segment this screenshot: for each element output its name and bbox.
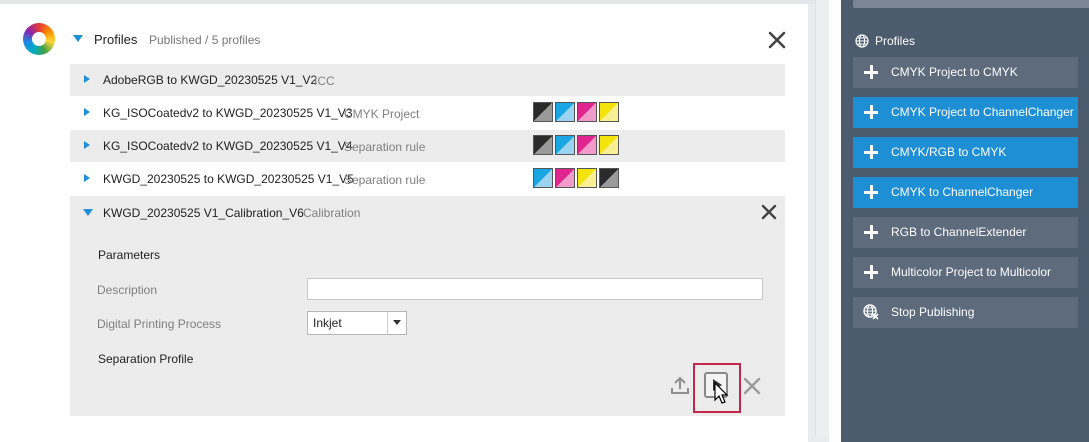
ink-swatches bbox=[533, 135, 619, 155]
parameters-heading: Parameters bbox=[98, 248, 161, 262]
plus-icon bbox=[864, 225, 878, 239]
sidebar-title-label: Profiles bbox=[875, 34, 916, 48]
description-label: Description bbox=[97, 283, 158, 297]
ink-swatch bbox=[533, 135, 553, 155]
expand-triangle-icon[interactable] bbox=[84, 108, 90, 116]
gutter bbox=[829, 0, 841, 442]
close-panel-icon[interactable] bbox=[765, 28, 789, 52]
sidebar: Profiles CMYK Project to CMYK CMYK Proje… bbox=[841, 0, 1089, 442]
process-select-value: Inkjet bbox=[313, 316, 342, 330]
ink-swatch bbox=[555, 102, 575, 122]
button-label: RGB to ChannelExtender bbox=[891, 225, 1027, 239]
mouse-cursor-icon bbox=[714, 382, 729, 404]
ink-swatch bbox=[577, 102, 597, 122]
upload-icon[interactable] bbox=[669, 375, 691, 397]
ink-swatch bbox=[599, 135, 619, 155]
profile-type: Calibration bbox=[303, 206, 361, 220]
sidebar-top-bar bbox=[853, 0, 1089, 8]
panel-subtitle: Published / 5 profiles bbox=[149, 33, 261, 47]
ink-swatch bbox=[577, 135, 597, 155]
collapse-triangle-icon[interactable] bbox=[73, 35, 83, 42]
button-label: CMYK Project to CMYK bbox=[891, 65, 1018, 79]
expand-triangle-icon[interactable] bbox=[84, 141, 90, 149]
profile-name: KWGD_20230525 V1_Calibration_V6 bbox=[103, 206, 304, 220]
button-label: CMYK Project to ChannelChanger bbox=[891, 105, 1074, 119]
cmyk-rgb-to-cmyk-button[interactable]: CMYK/RGB to CMYK bbox=[853, 137, 1078, 168]
plus-icon bbox=[864, 265, 878, 279]
remove-icon[interactable] bbox=[741, 375, 763, 397]
expand-triangle-icon[interactable] bbox=[84, 174, 90, 182]
plus-icon bbox=[864, 185, 878, 199]
button-label: Stop Publishing bbox=[891, 305, 975, 319]
button-label: CMYK/RGB to CMYK bbox=[891, 145, 1007, 159]
globe-icon bbox=[863, 304, 879, 320]
ink-swatch bbox=[533, 102, 553, 122]
profile-row[interactable]: KWGD_20230525 to KWGD_20230525 V1_V5 Sep… bbox=[70, 163, 785, 195]
cmyk-to-channelchanger-button[interactable]: CMYK to ChannelChanger bbox=[853, 177, 1078, 208]
multicolor-project-to-multicolor-button[interactable]: Multicolor Project to Multicolor bbox=[853, 257, 1078, 288]
profile-name: KG_ISOCoatedv2 to KWGD_20230525 V1_V4 bbox=[103, 139, 353, 153]
ink-swatch bbox=[599, 102, 619, 122]
profile-row[interactable]: AdobeRGB to KWGD_20230525 V1_V2 ICC bbox=[70, 64, 785, 96]
plus-icon bbox=[864, 65, 878, 79]
profile-type: CMYK Project bbox=[344, 107, 420, 121]
color-wheel-logo-icon bbox=[23, 23, 55, 55]
close-profile-icon[interactable] bbox=[759, 202, 779, 222]
plus-icon bbox=[864, 145, 878, 159]
process-select[interactable]: Inkjet bbox=[307, 311, 407, 335]
collapse-triangle-icon[interactable] bbox=[83, 209, 93, 216]
chevron-down-icon[interactable] bbox=[387, 312, 406, 334]
ink-swatch bbox=[533, 168, 553, 188]
ink-swatch bbox=[577, 168, 597, 188]
stop-publishing-button[interactable]: Stop Publishing bbox=[853, 297, 1078, 328]
description-field[interactable] bbox=[307, 278, 763, 300]
profile-type: Separation rule bbox=[344, 140, 426, 154]
sidebar-title: Profiles bbox=[855, 34, 915, 48]
separation-profile-label: Separation Profile bbox=[98, 352, 194, 366]
ink-swatch bbox=[555, 168, 575, 188]
button-label: CMYK to ChannelChanger bbox=[891, 185, 1034, 199]
expand-triangle-icon[interactable] bbox=[84, 75, 90, 83]
profile-name: AdobeRGB to KWGD_20230525 V1_V2 bbox=[103, 73, 318, 87]
plus-icon bbox=[864, 105, 878, 119]
profile-type: Separation rule bbox=[344, 173, 426, 187]
ink-swatch bbox=[555, 135, 575, 155]
process-label: Digital Printing Process bbox=[97, 317, 222, 331]
scrollbar[interactable] bbox=[815, 0, 830, 436]
cmyk-project-to-channelchanger-button[interactable]: CMYK Project to ChannelChanger bbox=[853, 97, 1078, 128]
profile-row[interactable]: KG_ISOCoatedv2 to KWGD_20230525 V1_V3 CM… bbox=[70, 97, 785, 129]
profile-row[interactable]: KG_ISOCoatedv2 to KWGD_20230525 V1_V4 Se… bbox=[70, 130, 785, 162]
cmyk-project-to-cmyk-button[interactable]: CMYK Project to CMYK bbox=[853, 57, 1078, 88]
globe-icon bbox=[855, 34, 869, 48]
button-label: Multicolor Project to Multicolor bbox=[891, 265, 1052, 279]
profile-type: ICC bbox=[314, 74, 335, 88]
profile-name: KG_ISOCoatedv2 to KWGD_20230525 V1_V3 bbox=[103, 106, 353, 120]
ink-swatch bbox=[599, 168, 619, 188]
panel-title: Profiles bbox=[94, 32, 138, 47]
ink-swatches bbox=[533, 102, 619, 122]
rgb-to-channelextender-button[interactable]: RGB to ChannelExtender bbox=[853, 217, 1078, 248]
profile-name: KWGD_20230525 to KWGD_20230525 V1_V5 bbox=[103, 172, 354, 186]
ink-swatches bbox=[533, 168, 619, 188]
